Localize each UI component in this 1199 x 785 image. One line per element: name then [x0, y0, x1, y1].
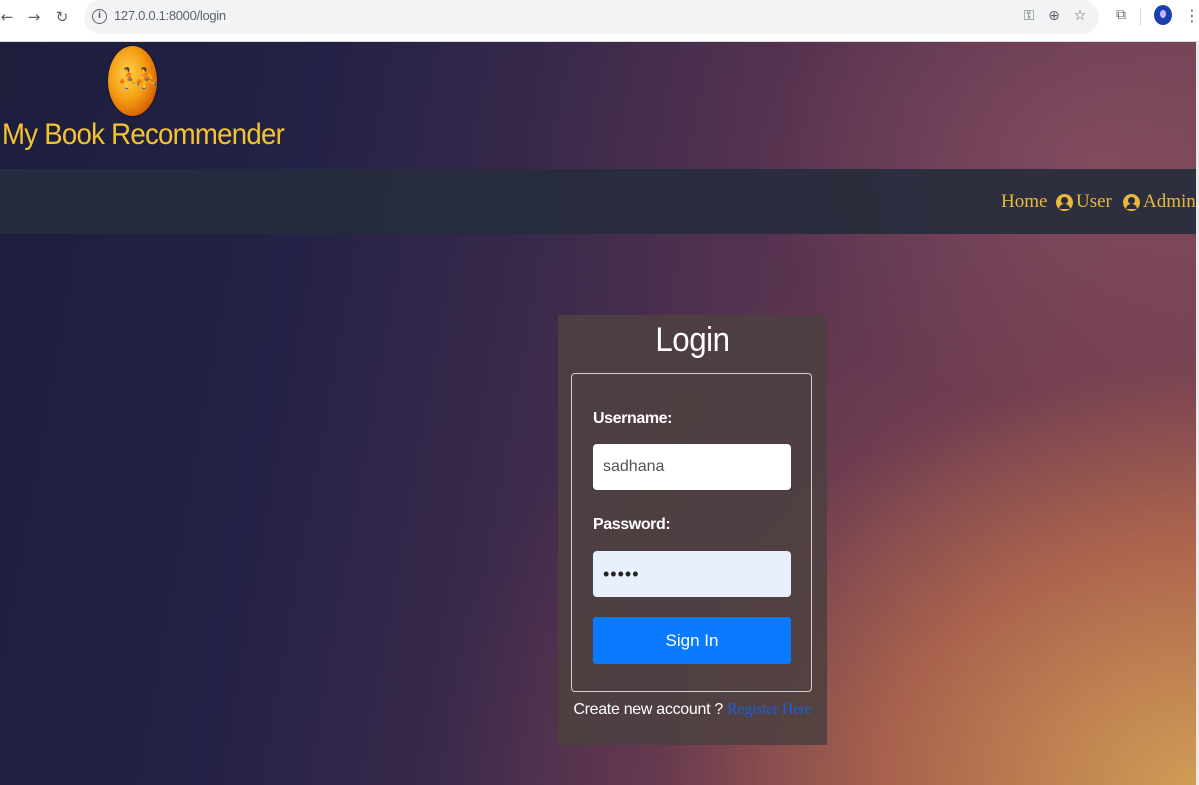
- username-label: Username:: [593, 410, 673, 427]
- username-input[interactable]: [593, 444, 791, 490]
- register-row: Create new account ? Register Here: [558, 701, 827, 719]
- nav-home-label: Home: [1001, 191, 1048, 212]
- extensions-icon[interactable]: ⧉: [1111, 5, 1131, 25]
- login-title: Login: [655, 321, 730, 359]
- user-circle-icon: [1056, 193, 1073, 211]
- login-card: Login Username: Password: Sign In Create…: [558, 315, 827, 745]
- register-link[interactable]: Register Here: [727, 701, 812, 718]
- zoom-icon[interactable]: ⊕: [1044, 6, 1064, 26]
- nav-admin-link[interactable]: Admin: [1123, 191, 1196, 213]
- site-title: My Book Recommender: [2, 118, 285, 151]
- forward-arrow-icon[interactable]: →: [23, 6, 45, 28]
- site-logo: ⛹ ⛹: [108, 46, 159, 116]
- register-prompt: Create new account ?: [573, 701, 723, 718]
- key-icon[interactable]: ⚿: [1019, 6, 1039, 26]
- nav-user-link[interactable]: User: [1056, 191, 1112, 213]
- sign-in-button[interactable]: Sign In: [593, 617, 791, 664]
- reload-icon[interactable]: ↻: [51, 6, 73, 28]
- page-background: ⛹ ⛹ My Book Recommender Home User Admin …: [0, 42, 1199, 785]
- nav-admin-label: Admin: [1143, 191, 1196, 212]
- password-label: Password:: [593, 516, 671, 533]
- nav-home-link[interactable]: Home: [1001, 191, 1047, 213]
- back-arrow-icon[interactable]: ←: [0, 6, 18, 28]
- password-input[interactable]: [593, 551, 791, 597]
- menu-kebab-icon[interactable]: ⋮: [1184, 6, 1199, 26]
- toolbar-divider: [1140, 8, 1141, 26]
- logo-figure-right: ⛹: [134, 66, 159, 90]
- url-text[interactable]: 127.0.0.1:8000/login: [114, 8, 226, 23]
- profile-avatar[interactable]: [1154, 5, 1172, 25]
- login-form: Username: Password: Sign In: [571, 373, 812, 692]
- star-icon[interactable]: ☆: [1070, 6, 1090, 26]
- browser-toolbar: ← → ↻ i 127.0.0.1:8000/login ⚿ ⊕ ☆ ⧉ ⋮: [0, 0, 1199, 42]
- site-header: ⛹ ⛹ My Book Recommender: [0, 42, 1199, 169]
- user-circle-icon: [1123, 193, 1140, 211]
- top-navbar: Home User Admin: [0, 169, 1196, 234]
- address-bar[interactable]: i 127.0.0.1:8000/login ⚿ ⊕ ☆: [84, 0, 1099, 34]
- site-info-icon[interactable]: i: [92, 9, 107, 24]
- nav-user-label: User: [1076, 191, 1112, 212]
